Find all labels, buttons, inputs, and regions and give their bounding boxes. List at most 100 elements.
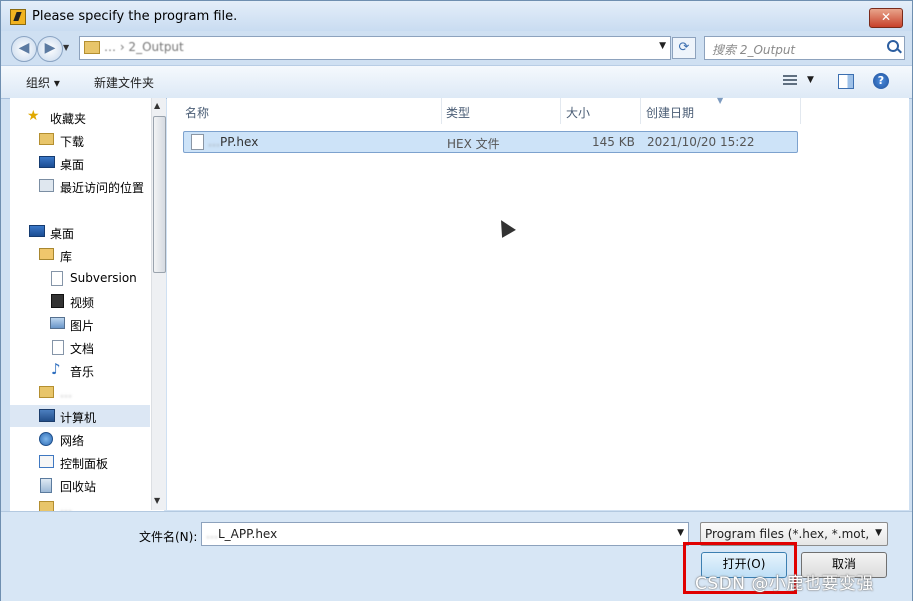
- scroll-down-icon[interactable]: ▼: [154, 496, 160, 505]
- filename-dropdown-icon[interactable]: ▼: [677, 528, 684, 538]
- file-type-value: Program files (*.hex, *.mot, *: [705, 527, 871, 541]
- column-header-size[interactable]: 大小: [562, 98, 641, 124]
- nav-label: 收藏夹: [50, 112, 87, 126]
- scroll-up-icon[interactable]: ▲: [154, 101, 160, 110]
- video-icon: [51, 294, 64, 308]
- refresh-button[interactable]: ⟳: [672, 37, 696, 59]
- views-dropdown-icon[interactable]: ▼: [807, 75, 814, 85]
- close-button[interactable]: ✕: [869, 8, 903, 28]
- nav-item-music[interactable]: ♪ 音乐: [10, 359, 150, 381]
- views-icon[interactable]: [783, 75, 797, 87]
- nav-label: 文档: [70, 342, 95, 356]
- nav-label: 控制面板: [60, 457, 109, 471]
- navigation-pane: ★ 收藏夹 下载 桌面 最近访问的位置 桌面 库 Subversion 视频 图…: [10, 98, 165, 511]
- file-row[interactable]: …PP.hex HEX 文件 145 KB 2021/10/20 15:22: [183, 131, 798, 153]
- file-icon: [191, 134, 204, 150]
- nav-item-desktop[interactable]: 桌面: [10, 221, 150, 243]
- nav-item-recycle-bin[interactable]: 回收站: [10, 474, 150, 496]
- nav-item-videos[interactable]: 视频: [10, 290, 150, 312]
- downloads-folder-icon: [39, 133, 54, 145]
- nav-item-pictures[interactable]: 图片: [10, 313, 150, 335]
- nav-item-subversion[interactable]: Subversion: [10, 267, 150, 289]
- nav-label: 图片: [70, 319, 95, 333]
- filename-input[interactable]: …L_APP.hex ▼: [201, 522, 689, 546]
- nav-item-recent[interactable]: 最近访问的位置: [10, 175, 150, 197]
- folder-icon: [39, 501, 54, 511]
- recent-places-icon: [39, 179, 54, 192]
- subversion-icon: [51, 271, 63, 286]
- column-label: 大小: [566, 106, 591, 120]
- filename-value: …L_APP.hex: [206, 527, 277, 541]
- nav-label: 视频: [70, 296, 95, 310]
- search-icon[interactable]: [887, 40, 899, 52]
- help-icon[interactable]: ?: [873, 73, 889, 89]
- file-type: HEX 文件: [447, 137, 500, 151]
- nav-item-downloads[interactable]: 下载: [10, 129, 150, 151]
- file-date: 2021/10/20 15:22: [647, 135, 755, 149]
- scroll-thumb[interactable]: [153, 116, 166, 273]
- nav-item-documents[interactable]: 文档: [10, 336, 150, 358]
- command-bar: 组织 ▾ 新建文件夹 ▼ ?: [1, 65, 912, 99]
- new-folder-button[interactable]: 新建文件夹: [94, 74, 154, 91]
- filename-label: 文件名(N):: [139, 530, 198, 544]
- file-name-hidden: …: [208, 135, 220, 149]
- nav-item-desktop-favorite[interactable]: 桌面: [10, 152, 150, 174]
- nav-item-libraries[interactable]: 库: [10, 244, 150, 266]
- file-size: 145 KB: [592, 135, 635, 149]
- open-file-dialog: Please specify the program file. ✕ ◀ ▶ ▼…: [0, 0, 913, 601]
- nav-item-computer[interactable]: 计算机: [10, 405, 150, 427]
- file-list-edge: [895, 98, 909, 510]
- nav-item-favorites[interactable]: ★ 收藏夹: [10, 106, 150, 128]
- star-icon: ★: [27, 108, 40, 124]
- forward-button[interactable]: ▶: [37, 36, 63, 62]
- column-label: 名称: [185, 106, 210, 120]
- navigation-scrollbar[interactable]: ▲ ▼: [151, 98, 166, 510]
- nav-label: …: [60, 386, 72, 400]
- nav-label: 音乐: [70, 365, 95, 379]
- address-dropdown-icon[interactable]: ▼: [659, 41, 666, 51]
- user-folder-icon: [39, 386, 54, 398]
- filename-hidden: …: [206, 527, 218, 541]
- search-input[interactable]: 搜索 2_Output: [704, 36, 905, 60]
- address-bar[interactable]: … › 2_Output ▼: [79, 36, 671, 60]
- music-icon: ♪: [51, 360, 61, 378]
- address-row: ◀ ▶ ▼ … › 2_Output ▼ ⟳ 搜索 2_Output: [1, 31, 912, 63]
- history-dropdown-icon[interactable]: ▼: [63, 43, 69, 52]
- nav-label: …: [60, 501, 72, 511]
- back-button[interactable]: ◀: [11, 36, 37, 62]
- nav-item-control-panel[interactable]: 控制面板: [10, 451, 150, 473]
- desktop-icon: [29, 225, 45, 237]
- nav-label: 网络: [60, 434, 85, 448]
- dialog-footer: 文件名(N): …L_APP.hex ▼ Program files (*.he…: [1, 511, 912, 601]
- computer-icon: [39, 409, 55, 422]
- file-list: 名称 类型 大小 创建日期 ▼ …PP.hex HEX 文件 145 KB 20…: [167, 96, 895, 510]
- column-header-name[interactable]: 名称: [181, 98, 442, 124]
- nav-label: 桌面: [60, 158, 85, 172]
- nav-label: 最近访问的位置: [60, 181, 145, 195]
- file-type-dropdown-icon[interactable]: ▼: [875, 528, 882, 538]
- nav-label: 库: [60, 250, 73, 264]
- nav-label: 下载: [60, 135, 85, 149]
- file-name-visible: PP.hex: [220, 135, 259, 149]
- nav-label: 计算机: [60, 411, 97, 425]
- nav-item-more[interactable]: …: [10, 497, 150, 511]
- mouse-cursor-icon: [494, 216, 516, 238]
- folder-icon: [84, 41, 100, 54]
- nav-item-user-folder[interactable]: …: [10, 382, 150, 404]
- window-title: Please specify the program file.: [32, 9, 238, 24]
- preview-pane-icon[interactable]: [838, 74, 854, 89]
- column-header-type[interactable]: 类型: [442, 98, 561, 124]
- address-path: … › 2_Output: [104, 40, 184, 54]
- control-panel-icon: [39, 455, 54, 468]
- app-icon: [10, 9, 26, 25]
- filename-visible: L_APP.hex: [218, 527, 278, 541]
- network-icon: [39, 432, 53, 446]
- organize-button[interactable]: 组织 ▾: [26, 74, 60, 91]
- nav-label: Subversion: [70, 271, 137, 285]
- column-label: 类型: [446, 106, 471, 120]
- nav-item-network[interactable]: 网络: [10, 428, 150, 450]
- watermark-text: CSDN @小鹿也要变强: [695, 574, 874, 594]
- file-name: …PP.hex: [208, 135, 258, 149]
- column-label: 创建日期: [646, 106, 695, 120]
- title-bar: Please specify the program file. ✕: [1, 1, 912, 31]
